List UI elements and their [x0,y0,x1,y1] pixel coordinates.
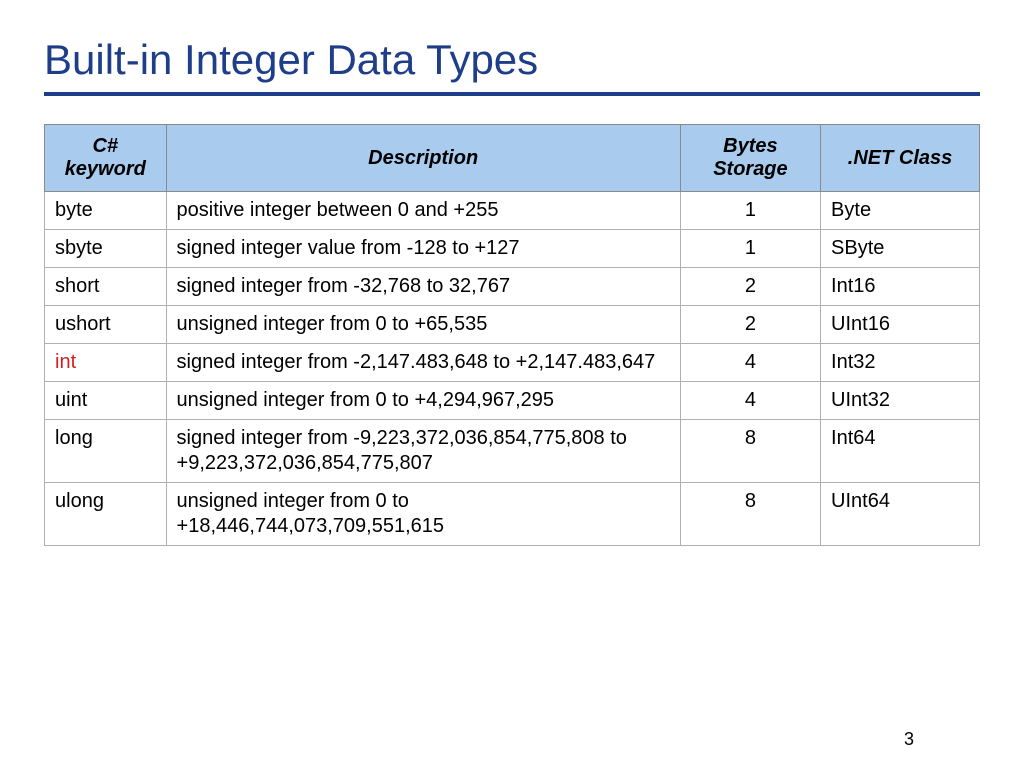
cell-net-class: UInt64 [821,483,980,546]
cell-keyword: int [45,344,167,382]
cell-keyword: short [45,268,167,306]
table-row: sbytesigned integer value from -128 to +… [45,230,980,268]
cell-description: signed integer from -32,768 to 32,767 [166,268,680,306]
title-underline [44,92,980,96]
col-header-description: Description [166,125,680,192]
cell-description: signed integer from -2,147.483,648 to +2… [166,344,680,382]
cell-description: positive integer between 0 and +255 [166,192,680,230]
page-title: Built-in Integer Data Types [44,36,980,84]
cell-net-class: Byte [821,192,980,230]
cell-keyword: uint [45,382,167,420]
page-number: 3 [904,729,914,750]
cell-bytes: 2 [680,306,820,344]
cell-keyword: sbyte [45,230,167,268]
cell-bytes: 8 [680,483,820,546]
slide-container: Built-in Integer Data Types C# keyword D… [0,0,1024,546]
cell-keyword: byte [45,192,167,230]
table-header-row: C# keyword Description Bytes Storage .NE… [45,125,980,192]
table-row: ulongunsigned integer from 0 to +18,446,… [45,483,980,546]
cell-keyword: ushort [45,306,167,344]
cell-bytes: 4 [680,382,820,420]
table-row: bytepositive integer between 0 and +2551… [45,192,980,230]
cell-bytes: 4 [680,344,820,382]
cell-description: signed integer value from -128 to +127 [166,230,680,268]
cell-net-class: Int32 [821,344,980,382]
cell-description: signed integer from -9,223,372,036,854,7… [166,420,680,483]
cell-net-class: Int16 [821,268,980,306]
col-header-bytes: Bytes Storage [680,125,820,192]
cell-net-class: Int64 [821,420,980,483]
cell-net-class: UInt16 [821,306,980,344]
table-row: longsigned integer from -9,223,372,036,8… [45,420,980,483]
cell-net-class: UInt32 [821,382,980,420]
table-row: shortsigned integer from -32,768 to 32,7… [45,268,980,306]
cell-keyword: ulong [45,483,167,546]
cell-bytes: 1 [680,230,820,268]
cell-keyword: long [45,420,167,483]
datatype-table: C# keyword Description Bytes Storage .NE… [44,124,980,546]
cell-net-class: SByte [821,230,980,268]
cell-bytes: 2 [680,268,820,306]
cell-bytes: 8 [680,420,820,483]
cell-description: unsigned integer from 0 to +65,535 [166,306,680,344]
col-header-keyword: C# keyword [45,125,167,192]
cell-description: unsigned integer from 0 to +18,446,744,0… [166,483,680,546]
cell-description: unsigned integer from 0 to +4,294,967,29… [166,382,680,420]
cell-bytes: 1 [680,192,820,230]
col-header-net: .NET Class [821,125,980,192]
table-row: uintunsigned integer from 0 to +4,294,96… [45,382,980,420]
table-row: intsigned integer from -2,147.483,648 to… [45,344,980,382]
table-row: ushortunsigned integer from 0 to +65,535… [45,306,980,344]
